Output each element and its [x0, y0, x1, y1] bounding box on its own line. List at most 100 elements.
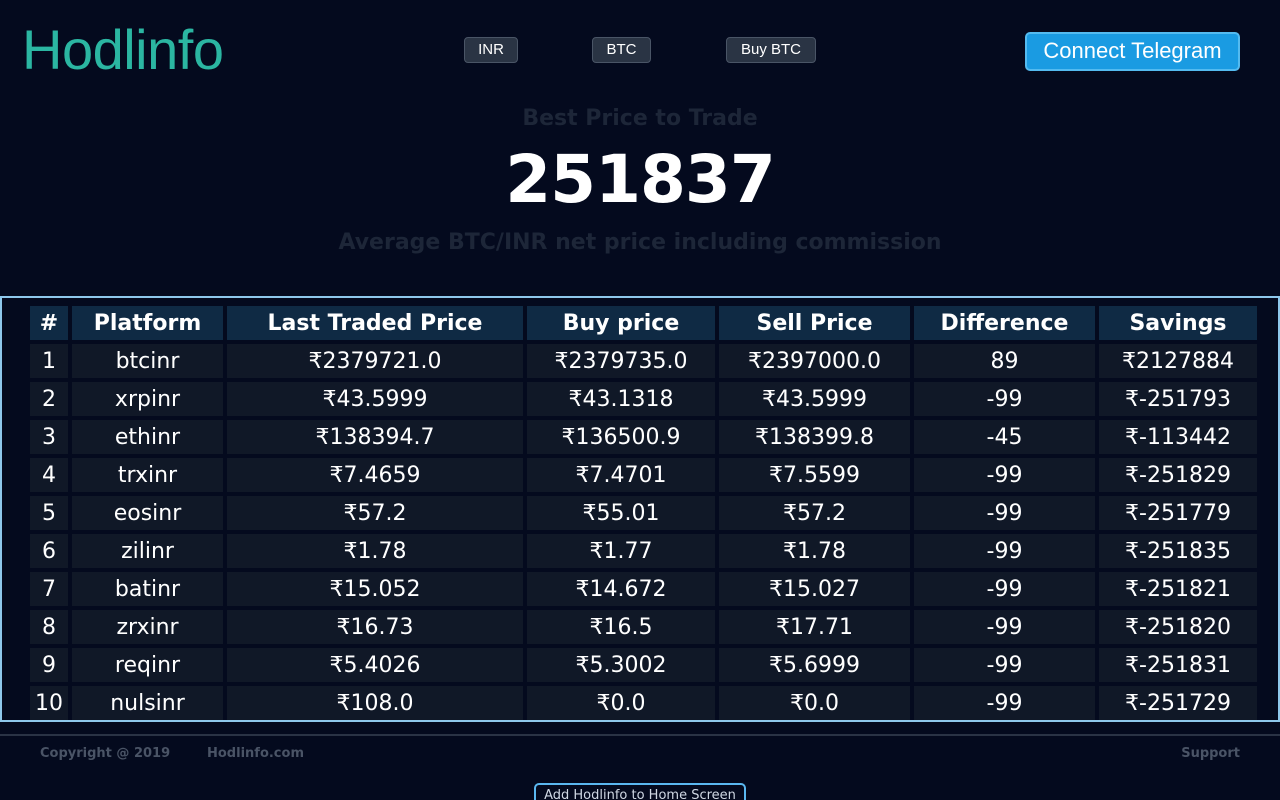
cell-buy-price: ₹0.0 [527, 686, 715, 720]
cell-savings: ₹-251835 [1099, 534, 1257, 568]
logo[interactable]: Hodlinfo [22, 16, 224, 84]
cell-difference: -99 [914, 648, 1095, 682]
cell-platform: zilinr [72, 534, 223, 568]
table-row: 8 zrxinr ₹16.73 ₹16.5 ₹17.71 -99 ₹-25182… [30, 610, 1257, 644]
cell-savings: ₹-251820 [1099, 610, 1257, 644]
cell-savings: ₹-113442 [1099, 420, 1257, 454]
cell-difference: -99 [914, 496, 1095, 530]
cell-savings: ₹-251779 [1099, 496, 1257, 530]
cell-sell-price: ₹5.6999 [719, 648, 910, 682]
price-table: # Platform Last Traded Price Buy price S… [26, 302, 1261, 724]
best-price-label: Best Price to Trade [522, 106, 758, 131]
cell-last-traded-price: ₹43.5999 [227, 382, 523, 416]
cell-sell-price: ₹57.2 [719, 496, 910, 530]
cell-last-traded-price: ₹7.4659 [227, 458, 523, 492]
currency-select[interactable]: INR [464, 37, 518, 63]
cell-last-traded-price: ₹16.73 [227, 610, 523, 644]
cell-last-traded-price: ₹15.052 [227, 572, 523, 606]
cell-rank: 4 [30, 458, 68, 492]
footer-site-link[interactable]: Hodlinfo.com [207, 746, 304, 761]
cell-rank: 10 [30, 686, 68, 720]
cell-sell-price: ₹43.5999 [719, 382, 910, 416]
cell-rank: 8 [30, 610, 68, 644]
cell-savings: ₹-251829 [1099, 458, 1257, 492]
cell-sell-price: ₹1.78 [719, 534, 910, 568]
footer-support-link[interactable]: Support [1181, 746, 1240, 761]
connect-telegram-button[interactable]: Connect Telegram [1025, 32, 1240, 71]
buy-btc-button[interactable]: Buy BTC [726, 37, 816, 63]
footer-divider [0, 734, 1280, 736]
cell-buy-price: ₹7.4701 [527, 458, 715, 492]
average-price-label: Average BTC/INR net price including comm… [338, 230, 942, 255]
column-header-platform: Platform [72, 306, 223, 340]
cell-platform: eosinr [72, 496, 223, 530]
cell-difference: -99 [914, 382, 1095, 416]
page: Hodlinfo INR BTC Buy BTC Connect Telegra… [0, 0, 1280, 800]
cell-difference: -45 [914, 420, 1095, 454]
cell-sell-price: ₹15.027 [719, 572, 910, 606]
cell-difference: 89 [914, 344, 1095, 378]
column-header-rank: # [30, 306, 68, 340]
cell-rank: 6 [30, 534, 68, 568]
table-row: 5 eosinr ₹57.2 ₹55.01 ₹57.2 -99 ₹-251779 [30, 496, 1257, 530]
cell-last-traded-price: ₹2379721.0 [227, 344, 523, 378]
table-row: 7 batinr ₹15.052 ₹14.672 ₹15.027 -99 ₹-2… [30, 572, 1257, 606]
cell-rank: 9 [30, 648, 68, 682]
cell-platform: nulsinr [72, 686, 223, 720]
column-header-sell-price: Sell Price [719, 306, 910, 340]
cell-sell-price: ₹138399.8 [719, 420, 910, 454]
cell-rank: 3 [30, 420, 68, 454]
footer-copyright: Copyright @ 2019 [40, 746, 171, 761]
cell-rank: 7 [30, 572, 68, 606]
column-header-buy-price: Buy price [527, 306, 715, 340]
add-to-home-screen-button[interactable]: Add Hodlinfo to Home Screen [534, 783, 746, 800]
cell-sell-price: ₹7.5599 [719, 458, 910, 492]
cell-last-traded-price: ₹57.2 [227, 496, 523, 530]
cell-difference: -99 [914, 686, 1095, 720]
cell-buy-price: ₹2379735.0 [527, 344, 715, 378]
cell-sell-price: ₹17.71 [719, 610, 910, 644]
cell-platform: xrpinr [72, 382, 223, 416]
cell-platform: ethinr [72, 420, 223, 454]
cell-savings: ₹-251729 [1099, 686, 1257, 720]
cell-sell-price: ₹0.0 [719, 686, 910, 720]
cell-sell-price: ₹2397000.0 [719, 344, 910, 378]
cell-difference: -99 [914, 534, 1095, 568]
cell-savings: ₹-251793 [1099, 382, 1257, 416]
column-header-last-traded-price: Last Traded Price [227, 306, 523, 340]
cell-last-traded-price: ₹108.0 [227, 686, 523, 720]
table-row: 9 reqinr ₹5.4026 ₹5.3002 ₹5.6999 -99 ₹-2… [30, 648, 1257, 682]
cell-platform: reqinr [72, 648, 223, 682]
cell-buy-price: ₹136500.9 [527, 420, 715, 454]
cell-last-traded-price: ₹5.4026 [227, 648, 523, 682]
column-header-savings: Savings [1099, 306, 1257, 340]
price-table-frame: # Platform Last Traded Price Buy price S… [0, 296, 1280, 722]
table-row: 2 xrpinr ₹43.5999 ₹43.1318 ₹43.5999 -99 … [30, 382, 1257, 416]
cell-platform: batinr [72, 572, 223, 606]
cell-platform: trxinr [72, 458, 223, 492]
column-header-difference: Difference [914, 306, 1095, 340]
cell-last-traded-price: ₹138394.7 [227, 420, 523, 454]
table-row: 10 nulsinr ₹108.0 ₹0.0 ₹0.0 -99 ₹-251729 [30, 686, 1257, 720]
coin-select[interactable]: BTC [592, 37, 651, 63]
cell-savings: ₹-251831 [1099, 648, 1257, 682]
cell-buy-price: ₹5.3002 [527, 648, 715, 682]
cell-savings: ₹-251821 [1099, 572, 1257, 606]
cell-rank: 2 [30, 382, 68, 416]
table-header-row: # Platform Last Traded Price Buy price S… [30, 306, 1257, 340]
cell-buy-price: ₹14.672 [527, 572, 715, 606]
cell-buy-price: ₹1.77 [527, 534, 715, 568]
cell-difference: -99 [914, 458, 1095, 492]
cell-buy-price: ₹55.01 [527, 496, 715, 530]
table-row: 4 trxinr ₹7.4659 ₹7.4701 ₹7.5599 -99 ₹-2… [30, 458, 1257, 492]
cell-difference: -99 [914, 572, 1095, 606]
cell-platform: zrxinr [72, 610, 223, 644]
cell-last-traded-price: ₹1.78 [227, 534, 523, 568]
cell-rank: 1 [30, 344, 68, 378]
cell-savings: ₹2127884 [1099, 344, 1257, 378]
cell-platform: btcinr [72, 344, 223, 378]
table-row: 3 ethinr ₹138394.7 ₹136500.9 ₹138399.8 -… [30, 420, 1257, 454]
table-row: 1 btcinr ₹2379721.0 ₹2379735.0 ₹2397000.… [30, 344, 1257, 378]
best-price-value: 251837 [505, 141, 776, 218]
cell-buy-price: ₹16.5 [527, 610, 715, 644]
